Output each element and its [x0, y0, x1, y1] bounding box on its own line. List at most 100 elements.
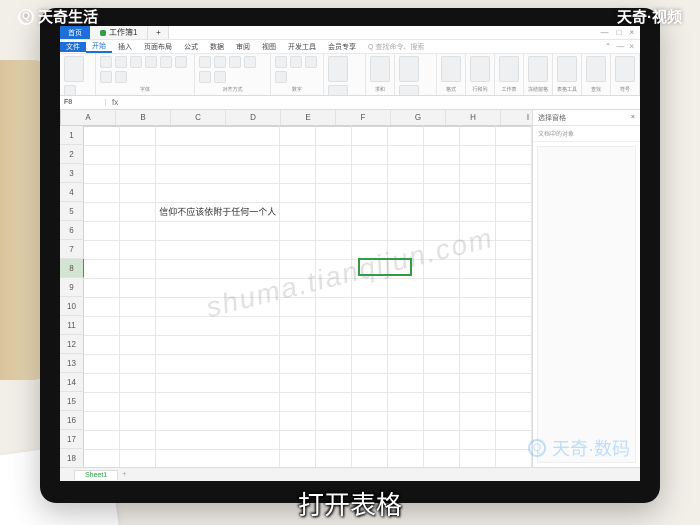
cell-I6[interactable] [460, 221, 496, 240]
row-header-11[interactable]: 11 [60, 316, 84, 335]
cell-F3[interactable] [352, 164, 388, 183]
cell-D6[interactable] [280, 221, 316, 240]
cell-G10[interactable] [388, 297, 424, 316]
cell-G9[interactable] [388, 278, 424, 297]
cell-F12[interactable] [352, 335, 388, 354]
cell-F18[interactable] [352, 449, 388, 467]
filter-button[interactable] [399, 85, 419, 96]
number-format-button[interactable] [275, 56, 287, 68]
cell-I18[interactable] [460, 449, 496, 467]
sort-button[interactable] [399, 56, 419, 82]
cell-C8[interactable] [156, 259, 280, 278]
cell-F10[interactable] [352, 297, 388, 316]
cell-D10[interactable] [280, 297, 316, 316]
cell-J14[interactable] [495, 373, 531, 392]
cell-G14[interactable] [388, 373, 424, 392]
cell-D5[interactable] [280, 202, 316, 221]
cell-A14[interactable] [84, 373, 120, 392]
cell-A12[interactable] [84, 335, 120, 354]
cell-B17[interactable] [120, 430, 156, 449]
close-button[interactable]: × [629, 28, 634, 37]
cell-C1[interactable] [156, 126, 280, 145]
cell-H10[interactable] [424, 297, 460, 316]
cell-B12[interactable] [120, 335, 156, 354]
menu-layout[interactable]: 页面布局 [138, 42, 178, 52]
cell-G3[interactable] [388, 164, 424, 183]
app-home-tab[interactable]: 首页 [60, 26, 90, 39]
cell-H1[interactable] [424, 126, 460, 145]
col-header-B[interactable]: B [116, 110, 171, 125]
cell-B2[interactable] [120, 145, 156, 164]
cell-E6[interactable] [316, 221, 352, 240]
cell-B10[interactable] [120, 297, 156, 316]
cell-E8[interactable] [316, 259, 352, 278]
cell-F5[interactable] [352, 202, 388, 221]
col-header-E[interactable]: E [281, 110, 336, 125]
cell-J5[interactable] [495, 202, 531, 221]
cell-D8[interactable] [280, 259, 316, 278]
row-header-17[interactable]: 17 [60, 430, 84, 449]
cell-E7[interactable] [316, 240, 352, 259]
cell-J4[interactable] [495, 183, 531, 202]
paste-button[interactable] [64, 56, 84, 82]
cell-F4[interactable] [352, 183, 388, 202]
maximize-button[interactable]: □ [616, 28, 621, 37]
cell-J18[interactable] [495, 449, 531, 467]
cell-I4[interactable] [460, 183, 496, 202]
find-button[interactable] [586, 56, 606, 82]
add-sheet-button[interactable]: + [122, 471, 126, 478]
border-button[interactable] [115, 71, 127, 83]
cell-C3[interactable] [156, 164, 280, 183]
cell-C9[interactable] [156, 278, 280, 297]
side-panel-close[interactable]: × [631, 114, 635, 121]
cell-D1[interactable] [280, 126, 316, 145]
freeze-button[interactable] [528, 56, 548, 82]
col-header-I[interactable]: I [501, 110, 532, 125]
cell-E18[interactable] [316, 449, 352, 467]
menu-data[interactable]: 数据 [204, 42, 230, 52]
sum-button[interactable] [370, 56, 390, 82]
row-header-3[interactable]: 3 [60, 164, 84, 183]
cell-A17[interactable] [84, 430, 120, 449]
cell-I5[interactable] [460, 202, 496, 221]
cell-B15[interactable] [120, 392, 156, 411]
cell-B14[interactable] [120, 373, 156, 392]
fx-label[interactable]: fx [106, 98, 124, 107]
cell-I7[interactable] [460, 240, 496, 259]
cell-J16[interactable] [495, 411, 531, 430]
cell-A16[interactable] [84, 411, 120, 430]
cell-J3[interactable] [495, 164, 531, 183]
cond-format-button[interactable] [328, 56, 348, 82]
cell-D14[interactable] [280, 373, 316, 392]
cell-E16[interactable] [316, 411, 352, 430]
cell-B8[interactable] [120, 259, 156, 278]
cell-D3[interactable] [280, 164, 316, 183]
underline-button[interactable] [145, 56, 157, 68]
cell-E9[interactable] [316, 278, 352, 297]
menu-vip[interactable]: 会员专享 [322, 42, 362, 52]
align-left-button[interactable] [199, 56, 211, 68]
cell-J10[interactable] [495, 297, 531, 316]
cell-G1[interactable] [388, 126, 424, 145]
cell-H3[interactable] [424, 164, 460, 183]
cell-I3[interactable] [460, 164, 496, 183]
cell-H12[interactable] [424, 335, 460, 354]
cell-H2[interactable] [424, 145, 460, 164]
cell-E12[interactable] [316, 335, 352, 354]
search-hint[interactable]: Q 查找命令、搜索 [362, 42, 430, 52]
table-tools-button[interactable] [557, 56, 577, 82]
merge-button[interactable] [214, 71, 226, 83]
cell-I11[interactable] [460, 316, 496, 335]
cell-E15[interactable] [316, 392, 352, 411]
row-header-8[interactable]: 8 [60, 259, 84, 278]
wrap-button[interactable] [199, 71, 211, 83]
cell-H13[interactable] [424, 354, 460, 373]
cell-H6[interactable] [424, 221, 460, 240]
collapse-ribbon-icon[interactable]: ⌃ [605, 42, 612, 51]
cell-E3[interactable] [316, 164, 352, 183]
col-header-H[interactable]: H [446, 110, 501, 125]
cell-D11[interactable] [280, 316, 316, 335]
cell-C18[interactable] [156, 449, 280, 467]
align-center-button[interactable] [214, 56, 226, 68]
cell-B18[interactable] [120, 449, 156, 467]
